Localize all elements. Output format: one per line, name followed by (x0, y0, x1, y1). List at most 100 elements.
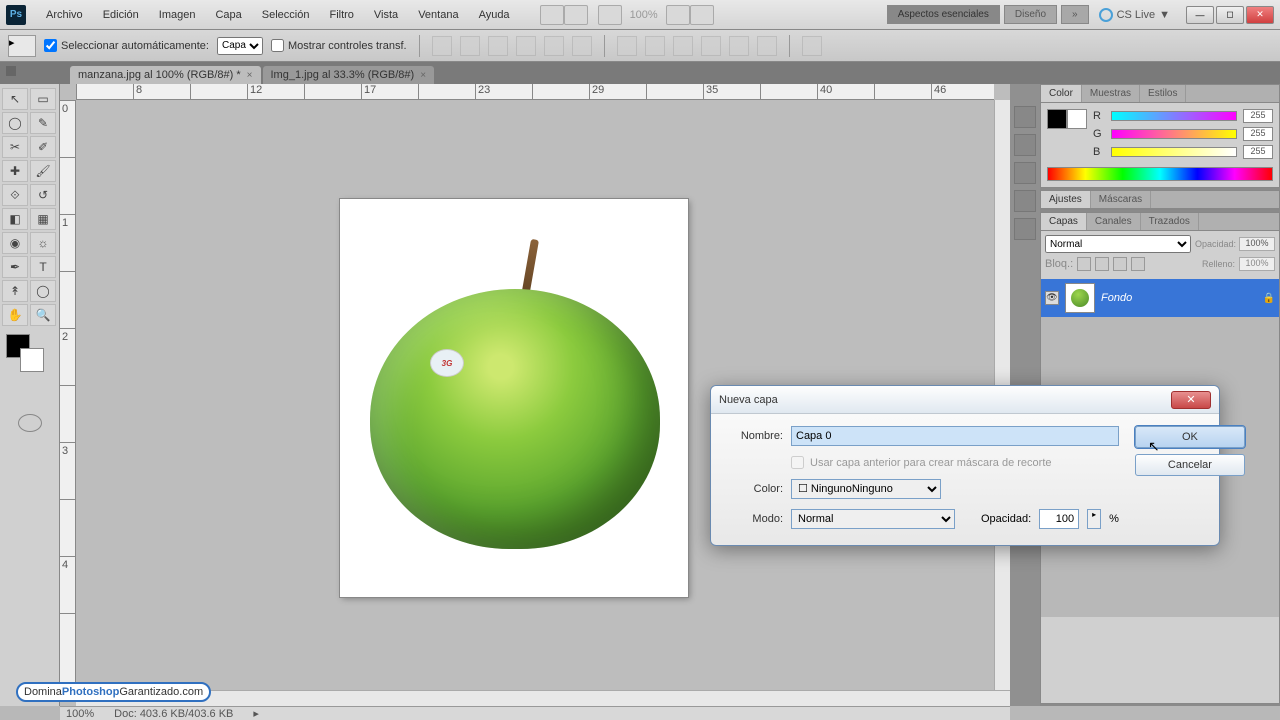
tab-muestras[interactable]: Muestras (1082, 85, 1140, 102)
menu-ayuda[interactable]: Ayuda (469, 5, 520, 25)
align-left-icon[interactable] (516, 36, 536, 56)
auto-select-checkbox[interactable]: Seleccionar automáticamente: (44, 39, 209, 52)
brush-tool-icon[interactable]: 🖌 (30, 160, 56, 182)
panel-icon[interactable] (1014, 218, 1036, 240)
zoom-tool-icon[interactable]: 🔍 (30, 304, 56, 326)
view-extras-icon[interactable] (598, 5, 622, 25)
slider-b[interactable] (1111, 147, 1237, 157)
bridge-icon[interactable] (540, 5, 564, 25)
opacity-spinner-icon[interactable]: ▸ (1087, 509, 1101, 529)
history-brush-tool-icon[interactable]: ↺ (30, 184, 56, 206)
minibridge-icon[interactable] (564, 5, 588, 25)
panel-icon[interactable] (1014, 134, 1036, 156)
panel-icon[interactable] (1014, 190, 1036, 212)
color-swatches[interactable] (2, 334, 57, 374)
spectrum-bar[interactable] (1047, 167, 1273, 181)
lock-all-icon[interactable] (1113, 257, 1127, 271)
dodge-tool-icon[interactable]: ☼ (30, 232, 56, 254)
show-transform-checkbox[interactable]: Mostrar controles transf. (271, 39, 407, 52)
layer-name[interactable]: Fondo (1101, 292, 1257, 304)
fill-value[interactable]: 100% (1239, 257, 1275, 271)
mode-select[interactable]: Normal (791, 509, 955, 529)
tab-trazados[interactable]: Trazados (1141, 213, 1199, 230)
crop-tool-icon[interactable]: ✂ (2, 136, 28, 158)
align-hcenter-icon[interactable] (544, 36, 564, 56)
align-top-icon[interactable] (432, 36, 452, 56)
current-tool-icon[interactable]: ▸ (8, 35, 36, 57)
distribute-right-icon[interactable] (757, 36, 777, 56)
scrollbar-horizontal[interactable] (76, 690, 1010, 706)
gradient-tool-icon[interactable]: ▦ (30, 208, 56, 230)
lock-pixels-icon[interactable] (1077, 257, 1091, 271)
panel-icon[interactable] (1014, 162, 1036, 184)
stamp-tool-icon[interactable]: ⟐ (2, 184, 28, 206)
lock-position-icon[interactable] (1095, 257, 1109, 271)
marquee-tool-icon[interactable]: ▭ (30, 88, 56, 110)
tab-capas[interactable]: Capas (1041, 213, 1087, 230)
layer-row-fondo[interactable]: 👁 Fondo 🔒 (1041, 279, 1279, 317)
slider-r[interactable] (1111, 111, 1237, 121)
value-r[interactable]: 255 (1243, 109, 1273, 123)
tab-mascaras[interactable]: Máscaras (1091, 191, 1151, 208)
doctab-img1[interactable]: Img_1.jpg al 33.3% (RGB/8#) × (263, 66, 435, 84)
menu-edicion[interactable]: Edición (93, 5, 149, 25)
align-vcenter-icon[interactable] (460, 36, 480, 56)
status-zoom[interactable]: 100% (66, 708, 94, 720)
value-b[interactable]: 255 (1243, 145, 1273, 159)
eyedropper-tool-icon[interactable]: ✐ (30, 136, 56, 158)
blend-mode-select[interactable]: Normal (1045, 235, 1191, 253)
move-tool-icon[interactable]: ↖ (2, 88, 28, 110)
panel-icon[interactable] (1014, 106, 1036, 128)
distribute-bottom-icon[interactable] (673, 36, 693, 56)
cslive-button[interactable]: CS Live ▼ (1093, 8, 1176, 22)
workspace-essentials[interactable]: Aspectos esenciales (887, 5, 1000, 24)
healing-tool-icon[interactable]: ✚ (2, 160, 28, 182)
menu-imagen[interactable]: Imagen (149, 5, 206, 25)
lasso-tool-icon[interactable]: ◯ (2, 112, 28, 134)
layer-name-input[interactable] (791, 426, 1119, 446)
menu-ventana[interactable]: Ventana (408, 5, 468, 25)
menu-vista[interactable]: Vista (364, 5, 408, 25)
auto-align-icon[interactable] (802, 36, 822, 56)
doctab-manzana[interactable]: manzana.jpg al 100% (RGB/8#) * × (70, 66, 261, 84)
lock-icon[interactable] (1131, 257, 1145, 271)
align-bottom-icon[interactable] (488, 36, 508, 56)
type-tool-icon[interactable]: T (30, 256, 56, 278)
opacity-value[interactable]: 100% (1239, 237, 1275, 251)
workspace-more-icon[interactable]: » (1061, 5, 1089, 24)
window-minimize-icon[interactable]: — (1186, 6, 1214, 24)
document-canvas[interactable]: 3G (340, 199, 688, 597)
distribute-top-icon[interactable] (617, 36, 637, 56)
zoom-level[interactable]: 100% (622, 9, 666, 21)
tab-estilos[interactable]: Estilos (1140, 85, 1186, 102)
menu-archivo[interactable]: Archivo (36, 5, 93, 25)
align-right-icon[interactable] (572, 36, 592, 56)
tab-ajustes[interactable]: Ajustes (1041, 191, 1091, 208)
layer-thumbnail[interactable] (1065, 283, 1095, 313)
background-swatch[interactable] (20, 348, 44, 372)
value-g[interactable]: 255 (1243, 127, 1273, 141)
arrange-icon[interactable] (666, 5, 690, 25)
visibility-icon[interactable]: 👁 (1045, 291, 1059, 305)
color-select[interactable]: ☐ NingunoNinguno (791, 479, 941, 499)
hand-tool-icon[interactable]: ✋ (2, 304, 28, 326)
window-close-icon[interactable]: ✕ (1246, 6, 1274, 24)
tab-canales[interactable]: Canales (1087, 213, 1141, 230)
quickmask-icon[interactable] (18, 414, 42, 432)
ok-button[interactable]: OK (1135, 426, 1245, 448)
menu-capa[interactable]: Capa (205, 5, 251, 25)
doctab-close-icon[interactable]: × (420, 70, 426, 81)
opacity-input[interactable] (1039, 509, 1079, 529)
tab-color[interactable]: Color (1041, 85, 1082, 102)
menu-seleccion[interactable]: Selección (252, 5, 320, 25)
shape-tool-icon[interactable]: ◯ (30, 280, 56, 302)
quickselect-tool-icon[interactable]: ✎ (30, 112, 56, 134)
screen-mode-icon[interactable] (690, 5, 714, 25)
auto-select-target[interactable]: Capa (217, 37, 263, 55)
distribute-left-icon[interactable] (701, 36, 721, 56)
eraser-tool-icon[interactable]: ◧ (2, 208, 28, 230)
workspace-design[interactable]: Diseño (1004, 5, 1057, 24)
pen-tool-icon[interactable]: ✒ (2, 256, 28, 278)
distribute-hcenter-icon[interactable] (729, 36, 749, 56)
dialog-close-icon[interactable]: ✕ (1171, 391, 1211, 409)
